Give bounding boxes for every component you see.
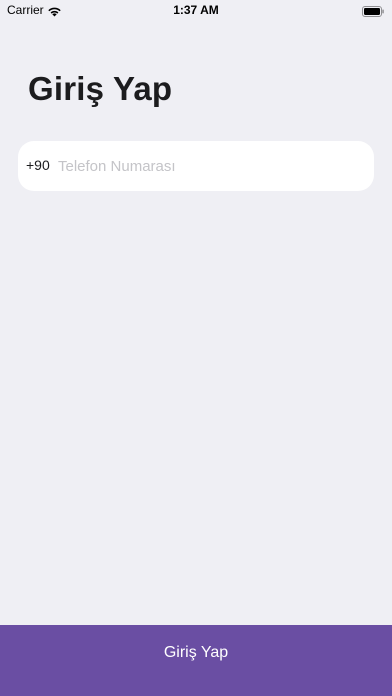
status-bar: Carrier 1:37 AM bbox=[0, 0, 392, 22]
phone-field[interactable]: +90 bbox=[18, 141, 374, 191]
clock: 1:37 AM bbox=[173, 3, 219, 17]
battery-icon bbox=[362, 4, 384, 17]
login-screen: Carrier 1:37 AM Giriş Yap +90 Giriş Yap bbox=[0, 0, 392, 696]
country-code: +90 bbox=[26, 157, 50, 173]
page-title: Giriş Yap bbox=[28, 70, 173, 107]
phone-number-input[interactable] bbox=[58, 151, 358, 181]
login-button[interactable]: Giriş Yap bbox=[0, 625, 392, 696]
